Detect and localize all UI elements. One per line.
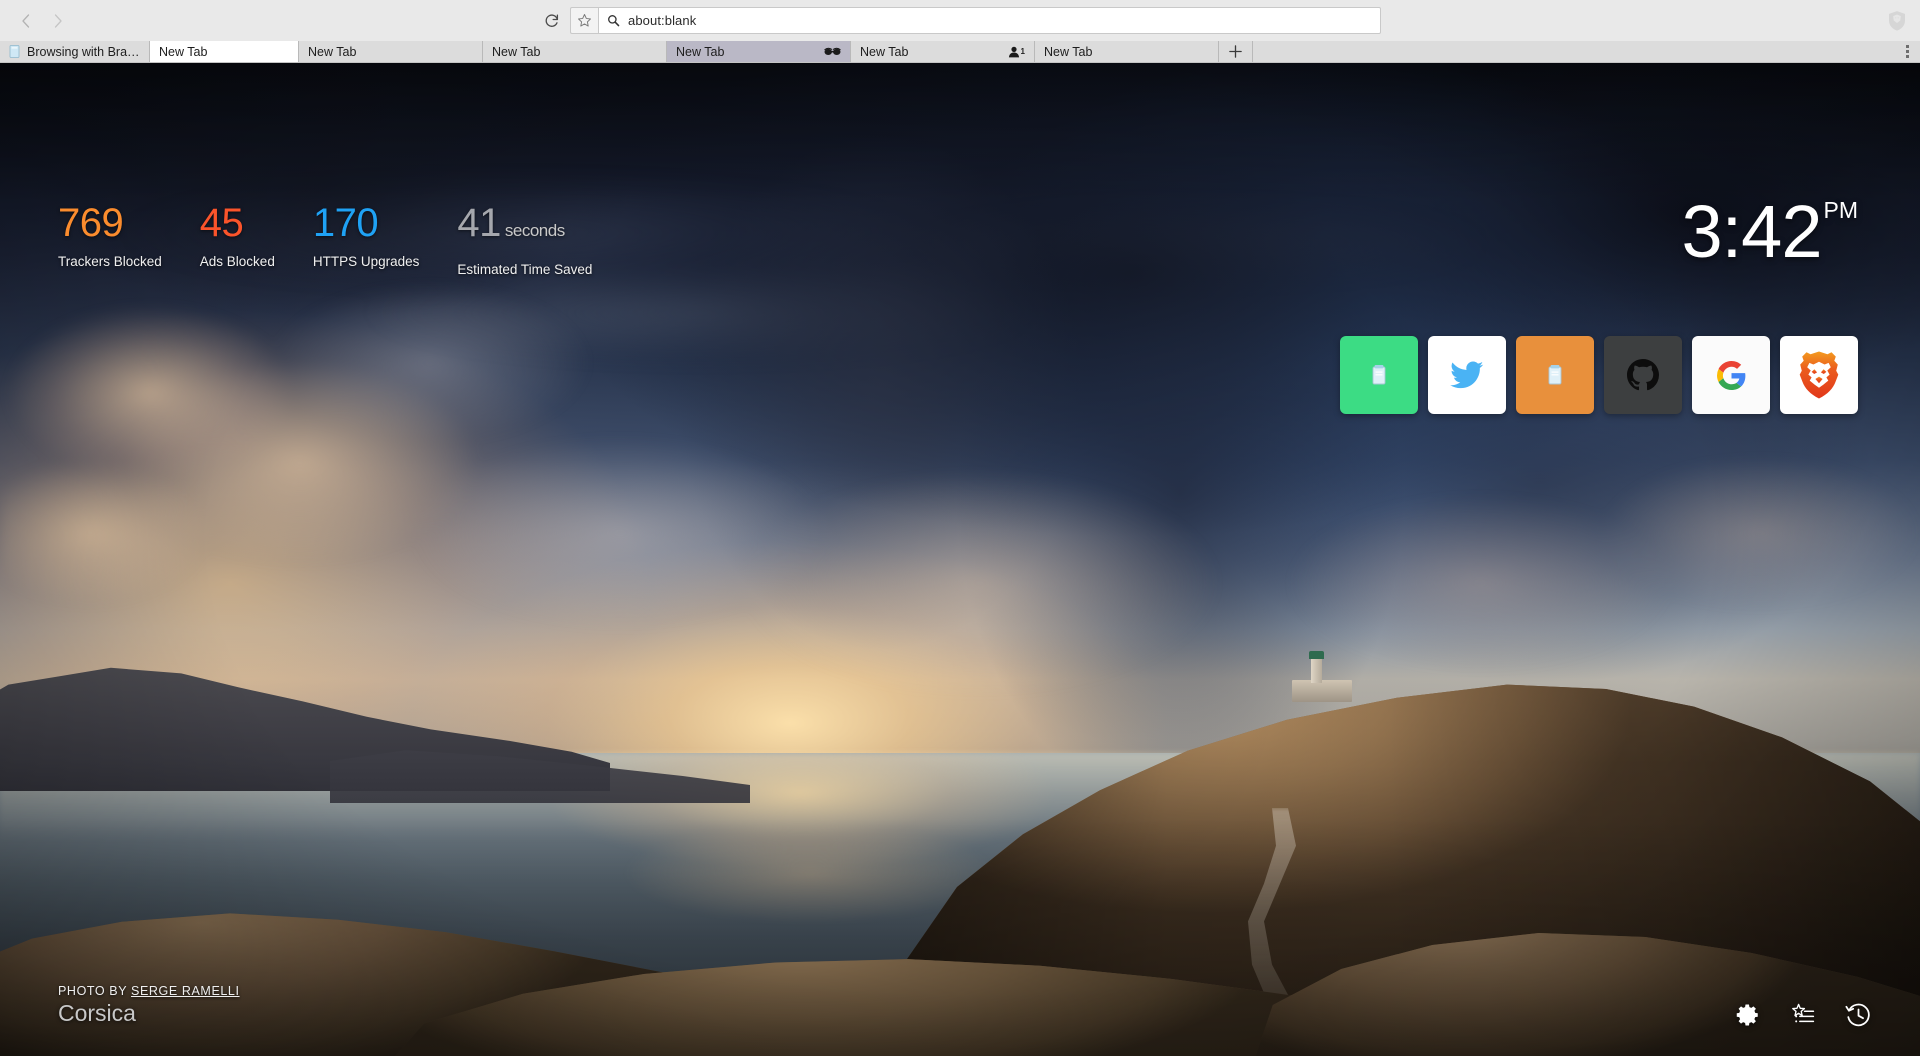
search-icon (608, 15, 620, 27)
tab-title: New Tab (308, 44, 357, 59)
photo-credit-place: Corsica (58, 1000, 136, 1026)
omnibox-container: about:blank (539, 7, 1381, 34)
private-glasses-icon (824, 46, 841, 57)
stat-value-row: 41 seconds (457, 201, 592, 253)
tab-new-tab-active[interactable]: New Tab (150, 41, 299, 62)
clock-time: 3:42 (1681, 190, 1822, 273)
photo-credit: PHOTO BY SERGE RAMELLI Corsica (58, 984, 240, 1027)
tab-new-tab-profile[interactable]: New Tab 1 (851, 41, 1035, 62)
clock-meridiem: PM (1823, 197, 1859, 223)
privacy-stats: 769 Trackers Blocked 45 Ads Blocked 170 … (58, 201, 592, 277)
tab-strip: Browsing with Brave New Tab New Tab New … (0, 41, 1920, 62)
plus-icon (1229, 45, 1242, 58)
history-clock-icon (1844, 1003, 1870, 1026)
document-favicon-icon (9, 45, 20, 58)
stat-value: 769 (58, 201, 124, 245)
tab-title: New Tab (676, 44, 725, 59)
photo-credit-author-link[interactable]: SERGE RAMELLI (131, 984, 240, 998)
address-bar-text: about:blank (628, 13, 697, 28)
tile-green-document[interactable] (1340, 336, 1418, 414)
brave-shield-glyph-icon (1889, 10, 1905, 31)
stat-value: 170 (312, 201, 379, 245)
tile-github[interactable] (1604, 336, 1682, 414)
stat-unit: seconds (504, 221, 565, 240)
stat-https-upgrades: 170 HTTPS Upgrades (313, 201, 420, 269)
bookmark-star-button[interactable] (570, 7, 598, 34)
tab-strip-filler (1253, 41, 1894, 62)
reload-icon (545, 13, 559, 27)
tile-google[interactable] (1692, 336, 1770, 414)
back-button[interactable] (10, 5, 42, 37)
tile-brave[interactable] (1780, 336, 1858, 414)
address-bar[interactable]: about:blank (598, 7, 1381, 34)
tab-title: Browsing with Brave (27, 44, 140, 59)
github-icon (1627, 359, 1659, 391)
top-sites-tiles (1340, 336, 1858, 414)
browser-chrome: about:blank Browsing with Brave New Tab … (0, 0, 1920, 63)
profile-badge-count: 1 (1020, 47, 1025, 56)
stat-label: Estimated Time Saved (457, 262, 593, 277)
tab-title: New Tab (159, 44, 208, 59)
tab-browsing-with-brave[interactable]: Browsing with Brave (0, 41, 150, 62)
star-outline-icon (578, 14, 591, 27)
new-tab-page: 769 Trackers Blocked 45 Ads Blocked 170 … (0, 63, 1920, 1056)
tile-orange-document[interactable] (1516, 336, 1594, 414)
tab-new-tab-private[interactable]: New Tab (667, 41, 851, 62)
tabstrip-menu-button[interactable] (1894, 41, 1920, 62)
bookmarks-button[interactable] (1789, 1001, 1817, 1029)
reload-button[interactable] (539, 8, 565, 34)
new-tab-button[interactable] (1219, 41, 1253, 62)
tab-title: New Tab (860, 44, 909, 59)
stat-value: 41 (457, 201, 501, 245)
document-icon (1372, 365, 1386, 385)
stat-label: Trackers Blocked (58, 254, 162, 269)
forward-button[interactable] (42, 5, 74, 37)
twitter-icon (1450, 361, 1484, 389)
chevron-left-icon (22, 13, 30, 28)
kebab-dot (1905, 55, 1909, 58)
bookmarks-star-list-icon (1792, 1003, 1815, 1023)
chevron-right-icon (54, 13, 62, 28)
person-glyph-icon (1008, 46, 1019, 57)
page-icon (9, 45, 20, 58)
stat-ads-blocked: 45 Ads Blocked (200, 201, 275, 269)
history-button[interactable] (1844, 1001, 1872, 1029)
navigation-bar: about:blank (0, 0, 1920, 41)
document-icon (1548, 365, 1562, 385)
tab-title: New Tab (492, 44, 541, 59)
kebab-dot (1905, 45, 1909, 48)
settings-button[interactable] (1734, 1001, 1762, 1029)
tab-new-tab-7[interactable]: New Tab (1035, 41, 1219, 62)
stat-label: HTTPS Upgrades (312, 254, 420, 269)
new-tab-overlay-content: 769 Trackers Blocked 45 Ads Blocked 170 … (0, 63, 1920, 1056)
stat-estimated-time-saved: 41 seconds Estimated Time Saved (457, 201, 592, 277)
gear-icon (1736, 1004, 1758, 1026)
clock: 3:42 PM (1681, 195, 1858, 269)
stat-trackers-blocked: 769 Trackers Blocked (58, 201, 162, 269)
brave-lion-icon (1799, 351, 1839, 399)
photo-credit-byline: PHOTO BY SERGE RAMELLI (58, 984, 240, 998)
stat-label: Ads Blocked (199, 254, 275, 269)
stat-value: 45 (199, 201, 244, 245)
glasses-glyph-icon (824, 47, 841, 55)
google-icon (1716, 360, 1745, 390)
photo-credit-prefix: PHOTO BY (58, 984, 127, 998)
tab-new-tab-4[interactable]: New Tab (483, 41, 667, 62)
kebab-dot (1905, 50, 1909, 53)
person-icon: 1 (1008, 46, 1025, 58)
tab-new-tab-3[interactable]: New Tab (299, 41, 483, 62)
tile-twitter[interactable] (1428, 336, 1506, 414)
brave-shield-icon[interactable] (1884, 8, 1910, 34)
new-tab-toolbar (1734, 1001, 1872, 1029)
tab-title: New Tab (1044, 44, 1093, 59)
